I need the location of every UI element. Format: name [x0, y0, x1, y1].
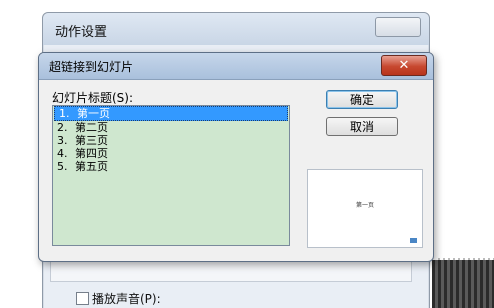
list-item-title: 第二页 [75, 121, 108, 134]
play-sound-checkbox[interactable] [76, 292, 89, 305]
slide-icon [410, 238, 417, 243]
list-item[interactable]: 5. 第五页 [53, 160, 289, 173]
screen: 动作设置 播放声音(P): 超链接到幻灯片 ✕ 幻灯片标题(S): 1. 第一页 … [0, 0, 494, 308]
slide-title-list[interactable]: 1. 第一页 2. 第二页 3. 第三页 4. 第四页 5. 第五页 [52, 105, 290, 246]
slide-preview: 第一页 [307, 169, 423, 248]
list-item[interactable]: 3. 第三页 [53, 134, 289, 147]
ok-button[interactable]: 确定 [326, 90, 398, 109]
slide-title-label: 幻灯片标题(S): [52, 91, 134, 105]
action-settings-titlebar: 动作设置 [43, 13, 429, 45]
list-item[interactable]: 4. 第四页 [53, 147, 289, 160]
list-item-number: 3. [57, 134, 68, 147]
list-item-title: 第五页 [75, 160, 108, 173]
hyperlink-to-slide-dialog: 超链接到幻灯片 ✕ 幻灯片标题(S): 1. 第一页 2. 第二页 3. 第三页 4.… [38, 52, 434, 262]
dialog-client: 幻灯片标题(S): 1. 第一页 2. 第二页 3. 第三页 4. 第四页 5. 第五页 [43, 81, 429, 257]
cancel-button[interactable]: 取消 [326, 117, 398, 136]
list-item-number: 4. [57, 147, 68, 160]
list-item-title: 第一页 [77, 107, 110, 120]
list-item-title: 第三页 [75, 134, 108, 147]
list-item-number: 1. [59, 107, 70, 120]
play-sound-label: 播放声音(P): [92, 292, 161, 306]
close-icon: ✕ [398, 58, 410, 73]
slide-preview-title: 第一页 [355, 202, 374, 209]
list-item-title: 第四页 [75, 147, 108, 160]
dialog-title: 超链接到幻灯片 [49, 60, 134, 74]
list-item[interactable]: 1. 第一页 [54, 106, 288, 121]
list-item-number: 5. [57, 160, 68, 173]
dialog-titlebar: 超链接到幻灯片 ✕ [39, 53, 433, 80]
action-settings-close-button[interactable] [375, 17, 421, 37]
action-settings-title: 动作设置 [55, 25, 108, 40]
close-button[interactable]: ✕ [381, 55, 427, 76]
list-item-number: 2. [57, 121, 68, 134]
list-item[interactable]: 2. 第二页 [53, 121, 289, 134]
desktop-edge [432, 260, 494, 308]
